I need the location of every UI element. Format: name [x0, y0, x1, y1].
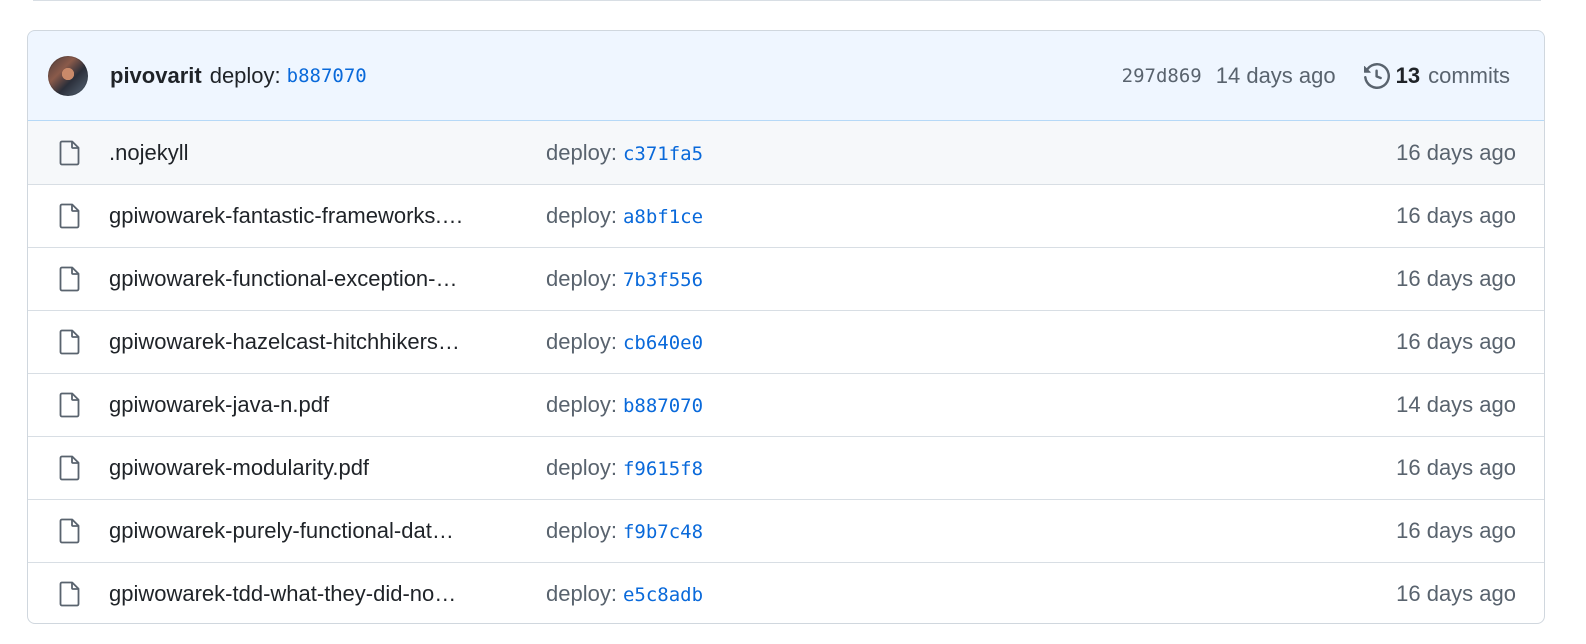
- file-name-link[interactable]: gpiwowarek-modularity.pdf: [109, 455, 515, 481]
- file-row: gpiwowarek-modularity.pdf deploy: f9615f8…: [28, 436, 1544, 499]
- file-commit-sha-link[interactable]: f9615f8: [623, 458, 703, 480]
- file-commit-label[interactable]: deploy:: [546, 392, 617, 417]
- commits-label: commits: [1428, 62, 1510, 88]
- top-divider: [33, 0, 1541, 1]
- file-commit-sha-link[interactable]: cb640e0: [623, 332, 703, 354]
- file-row: gpiwowarek-java-n.pdf deploy: b887070 14 …: [28, 373, 1544, 436]
- file-name-link[interactable]: .nojekyll: [109, 140, 515, 166]
- file-commit-label[interactable]: deploy:: [546, 266, 617, 291]
- file-row: gpiwowarek-hazelcast-hitchhikers… deploy…: [28, 310, 1544, 373]
- latest-commit-sha[interactable]: 297d869: [1122, 65, 1202, 87]
- file-icon: [59, 140, 80, 165]
- file-commit-sha-link[interactable]: b887070: [623, 395, 703, 417]
- commits-count: 13: [1395, 62, 1421, 88]
- file-commit-message: deploy: c371fa5: [546, 140, 703, 166]
- file-name-link[interactable]: gpiwowarek-tdd-what-they-did-no…: [109, 581, 515, 607]
- file-row: .nojekyll deploy: c371fa5 16 days ago: [28, 121, 1544, 184]
- file-rows: .nojekyll deploy: c371fa5 16 days ago gpi…: [28, 121, 1544, 623]
- file-name-link[interactable]: gpiwowarek-fantastic-frameworks.…: [109, 203, 515, 229]
- file-commit-message: deploy: a8bf1ce: [546, 203, 703, 229]
- file-icon: [59, 329, 80, 355]
- file-name-link[interactable]: gpiwowarek-functional-exception-…: [109, 266, 515, 292]
- file-icon: [59, 203, 80, 229]
- file-row: gpiwowarek-fantastic-frameworks.… deploy…: [28, 184, 1544, 247]
- file-commit-sha-link[interactable]: a8bf1ce: [623, 206, 703, 228]
- author-avatar[interactable]: [48, 55, 88, 96]
- commit-message-sha-link[interactable]: b887070: [287, 65, 367, 87]
- file-name-link[interactable]: gpiwowarek-hazelcast-hitchhikers…: [109, 329, 515, 355]
- file-icon: [59, 266, 80, 292]
- file-row: gpiwowarek-tdd-what-they-did-no… deploy:…: [28, 562, 1544, 623]
- file-commit-message: deploy: f9615f8: [546, 455, 703, 481]
- file-commit-age: 16 days ago: [1396, 329, 1516, 354]
- file-commit-message: deploy: b887070: [546, 392, 703, 418]
- file-row: gpiwowarek-purely-functional-dat… deploy…: [28, 499, 1544, 562]
- latest-commit-age: 14 days ago: [1215, 62, 1336, 88]
- file-commit-age: 16 days ago: [1396, 518, 1516, 543]
- file-commit-label[interactable]: deploy:: [546, 329, 617, 354]
- file-name-link[interactable]: gpiwowarek-purely-functional-dat…: [109, 518, 515, 544]
- file-commit-message: deploy: f9b7c48: [546, 518, 703, 544]
- file-commit-age: 16 days ago: [1396, 203, 1516, 228]
- file-commit-message: deploy: e5c8adb: [546, 581, 703, 607]
- file-commit-age: 16 days ago: [1396, 581, 1516, 606]
- file-commit-sha-link[interactable]: c371fa5: [623, 143, 703, 165]
- commits-history-link[interactable]: 13 commits: [1363, 62, 1510, 89]
- commit-meta: 297d869 14 days ago 13 commits: [1122, 62, 1510, 89]
- file-commit-label[interactable]: deploy:: [546, 140, 617, 165]
- file-commit-message: deploy: 7b3f556: [546, 266, 703, 292]
- file-commit-age: 16 days ago: [1396, 455, 1516, 480]
- file-icon: [59, 518, 80, 544]
- latest-commit-bar: pivovarit deploy: b887070 297d869 14 day…: [28, 31, 1544, 121]
- file-commit-label[interactable]: deploy:: [546, 203, 617, 228]
- file-commit-sha-link[interactable]: f9b7c48: [623, 521, 703, 543]
- file-commit-sha-link[interactable]: 7b3f556: [623, 269, 703, 291]
- file-name-link[interactable]: gpiwowarek-java-n.pdf: [109, 392, 515, 418]
- file-row: gpiwowarek-functional-exception-… deploy…: [28, 247, 1544, 310]
- file-commit-label[interactable]: deploy:: [546, 455, 617, 480]
- file-commit-age: 16 days ago: [1396, 266, 1516, 291]
- file-commit-label[interactable]: deploy:: [546, 518, 617, 543]
- file-icon: [59, 455, 80, 481]
- file-icon: [59, 581, 80, 607]
- file-commit-sha-link[interactable]: e5c8adb: [623, 584, 703, 606]
- file-commit-message: deploy: cb640e0: [546, 329, 703, 355]
- commit-author[interactable]: pivovarit: [110, 63, 202, 89]
- file-commit-age: 16 days ago: [1396, 139, 1516, 165]
- commit-message[interactable]: deploy:: [210, 63, 281, 89]
- file-icon: [59, 392, 80, 418]
- file-list: pivovarit deploy: b887070 297d869 14 day…: [27, 30, 1545, 624]
- file-commit-age: 14 days ago: [1396, 392, 1516, 417]
- file-commit-label[interactable]: deploy:: [546, 581, 617, 606]
- history-icon: [1363, 62, 1390, 89]
